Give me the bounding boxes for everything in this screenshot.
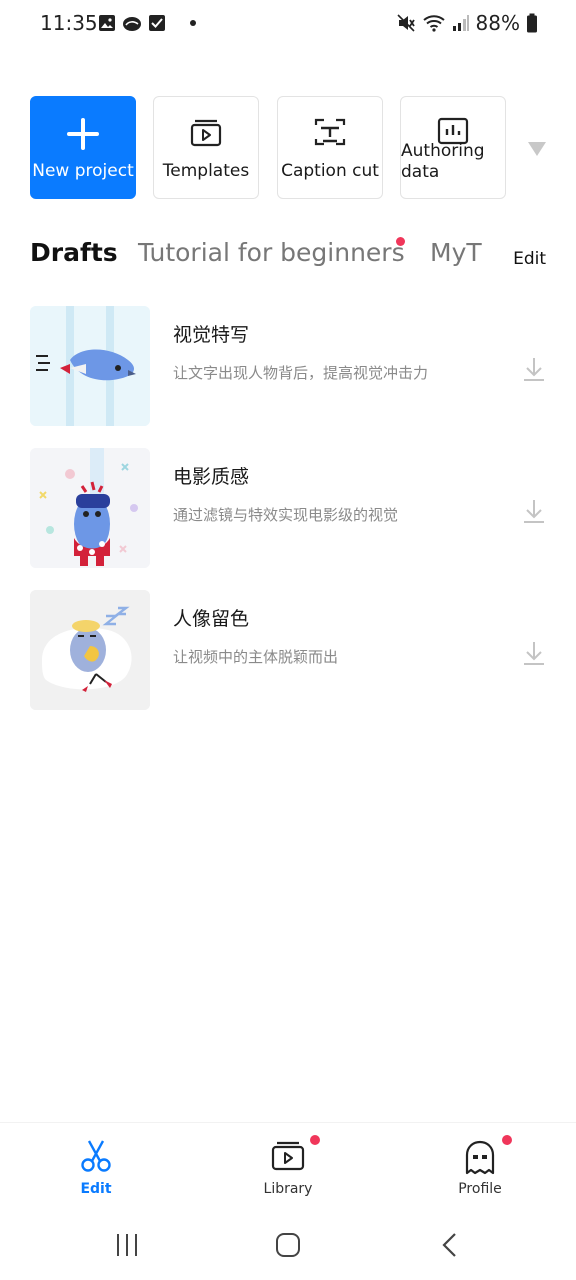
ghost-icon (465, 1140, 495, 1175)
item-title: 电影质感 (173, 466, 250, 488)
nav-library[interactable]: Library (228, 1123, 348, 1211)
nav-profile[interactable]: Profile (420, 1123, 540, 1211)
list-item[interactable]: 电影质感 通过滤镜与特效实现电影级的视觉 (30, 448, 550, 570)
thumbnail (30, 590, 150, 710)
download-icon[interactable] (522, 640, 546, 666)
home-icon[interactable] (275, 1232, 301, 1258)
scissors-icon (81, 1140, 111, 1172)
plus-icon (67, 118, 99, 150)
status-bar: 11:35 88% (0, 0, 576, 48)
download-icon[interactable] (522, 498, 546, 524)
download-icon[interactable] (522, 356, 546, 382)
caption-cut-button[interactable]: Caption cut (277, 96, 383, 199)
gallery-icon (99, 15, 115, 31)
thumbnail (30, 448, 150, 568)
thumbnail (30, 306, 150, 426)
tab-tutorial[interactable]: Tutorial for beginners (138, 238, 405, 267)
battery-percentage: 88% (475, 11, 520, 35)
dot-icon (190, 20, 196, 26)
back-icon[interactable] (440, 1232, 460, 1258)
item-description: 让视频中的主体脱颖而出 (173, 648, 339, 666)
nav-library-label: Library (263, 1181, 313, 1197)
nav-edit[interactable]: Edit (36, 1123, 156, 1211)
tab-drafts[interactable]: Drafts (30, 238, 118, 267)
library-badge (310, 1135, 320, 1145)
profile-badge (502, 1135, 512, 1145)
item-description: 通过滤镜与特效实现电影级的视觉 (173, 506, 399, 524)
tab-bar: Drafts Tutorial for beginners MyT (30, 237, 550, 282)
status-time: 11:35 (40, 11, 98, 35)
signal-icon (452, 15, 469, 31)
character-illustration (30, 448, 150, 568)
caption-cut-label: Caption cut (281, 161, 379, 181)
more-arrow-icon[interactable] (528, 142, 546, 156)
nav-edit-label: Edit (80, 1181, 112, 1197)
check-icon (149, 15, 165, 31)
templates-icon (190, 119, 222, 147)
item-title: 视觉特写 (173, 324, 250, 346)
edit-link[interactable]: Edit (513, 249, 546, 269)
list-item[interactable]: 人像留色 让视频中的主体脱颖而出 (30, 590, 550, 712)
wifi-icon (422, 15, 445, 32)
tutorial-badge (396, 237, 405, 246)
action-row: New project Templates Caption cut Author… (30, 96, 550, 201)
nav-profile-label: Profile (458, 1181, 502, 1197)
system-navigation-bar (0, 1210, 576, 1280)
recent-apps-icon[interactable] (114, 1232, 140, 1258)
list-item[interactable]: 视觉特写 让文字出现人物背后，提高视觉冲击力 (30, 306, 550, 428)
sleeping-bird-illustration (30, 590, 150, 710)
bottom-navigation: Edit Library Profile (0, 1122, 576, 1211)
item-description: 让文字出现人物背后，提高视觉冲击力 (173, 364, 429, 382)
library-icon (271, 1141, 305, 1171)
new-project-button[interactable]: New project (30, 96, 136, 199)
new-project-label: New project (32, 161, 134, 181)
bird-illustration (30, 306, 150, 426)
cloud-icon (123, 17, 141, 31)
caption-cut-icon (314, 118, 346, 146)
mute-icon (396, 14, 415, 32)
tab-myt[interactable]: MyT (430, 238, 482, 267)
authoring-data-button[interactable]: Authoring data (400, 96, 506, 199)
item-title: 人像留色 (173, 608, 250, 630)
battery-icon (527, 13, 537, 33)
templates-label: Templates (162, 161, 250, 181)
authoring-data-label: Authoring data (401, 141, 485, 182)
templates-button[interactable]: Templates (153, 96, 259, 199)
